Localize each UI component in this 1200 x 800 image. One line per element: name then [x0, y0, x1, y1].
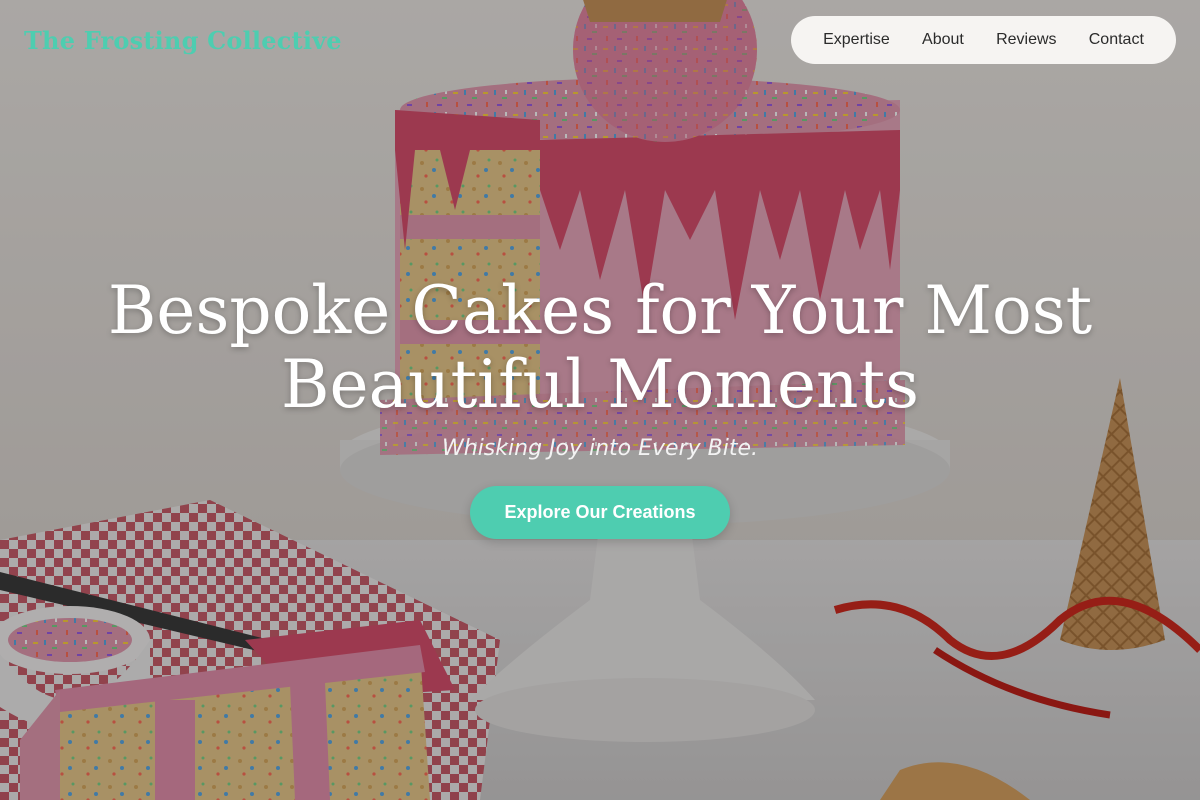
hero-headline: Bespoke Cakes for Your Most Beautiful Mo… [60, 274, 1140, 422]
hero-headline-line2: Beautiful Moments [281, 346, 919, 423]
nav-link-contact[interactable]: Contact [1089, 31, 1144, 49]
explore-creations-button[interactable]: Explore Our Creations [470, 486, 730, 539]
hero-headline-line1: Bespoke Cakes for Your Most [107, 272, 1093, 349]
main-nav: Expertise About Reviews Contact [791, 16, 1176, 64]
nav-link-expertise[interactable]: Expertise [823, 31, 890, 49]
nav-link-about[interactable]: About [922, 31, 964, 49]
nav-link-reviews[interactable]: Reviews [996, 31, 1056, 49]
brand-logo[interactable]: The Frosting Collective [24, 26, 342, 55]
hero-tagline: Whisking Joy into Every Bite. [442, 436, 758, 461]
